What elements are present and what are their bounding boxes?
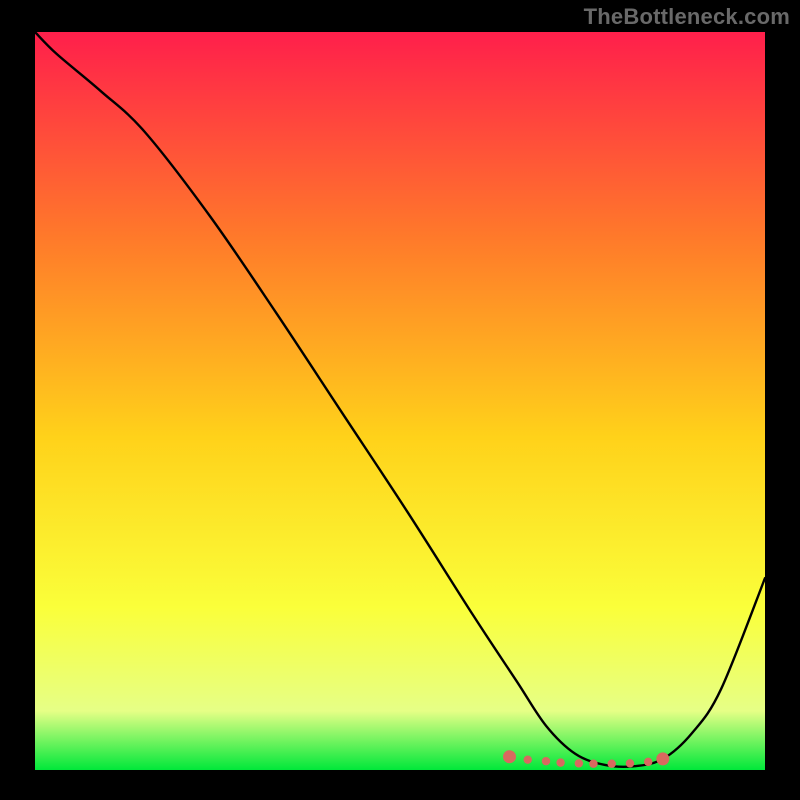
optimal-marker — [608, 760, 616, 768]
optimal-marker — [644, 758, 652, 766]
chart-frame: { "watermark": "TheBottleneck.com", "col… — [0, 0, 800, 800]
optimal-marker — [575, 759, 583, 767]
gradient-background — [35, 32, 765, 770]
bottleneck-chart — [0, 0, 800, 800]
optimal-marker — [556, 758, 564, 766]
optimal-marker — [542, 757, 550, 765]
optimal-marker — [503, 750, 516, 763]
optimal-marker — [589, 760, 597, 768]
optimal-marker — [524, 755, 532, 763]
optimal-marker — [626, 759, 634, 767]
optimal-marker — [656, 752, 669, 765]
